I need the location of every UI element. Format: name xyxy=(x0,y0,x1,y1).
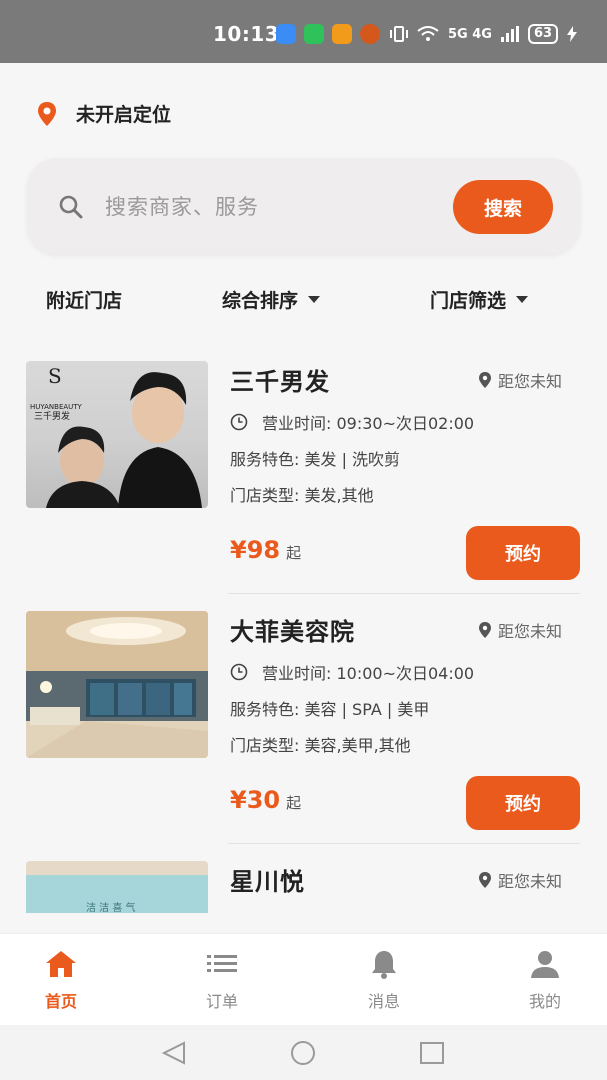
bottom-tab-bar: 首页 订单 消息 我的 xyxy=(0,933,607,1025)
wechat-icon xyxy=(304,24,324,44)
location-pin-icon xyxy=(38,101,56,126)
search-bar: 搜索商家、服务 搜索 xyxy=(27,158,580,254)
store-card[interactable]: 大菲美容院 距您未知 营业时间: 10:00~次日04:00 服务特色: 美容 … xyxy=(0,590,607,844)
price: ¥98 起 xyxy=(230,536,301,564)
home-circle-icon[interactable] xyxy=(288,1041,318,1065)
store-thumbnail xyxy=(26,611,208,758)
store-photo: 洁 洁 喜 气 xyxy=(26,861,208,913)
price-suffix: 起 xyxy=(286,544,302,562)
caret-down-icon xyxy=(308,296,321,303)
price: ¥30 起 xyxy=(230,786,301,814)
system-navigation-bar xyxy=(0,1025,607,1080)
store-list: S HUYANBEAUTY 三千男发 三千男发 距您未知 营业时间: 09:30… xyxy=(0,340,607,913)
location-pin-icon xyxy=(479,372,491,388)
tab-messages[interactable]: 消息 xyxy=(308,934,460,1026)
distance-label: 距您未知 xyxy=(498,372,563,391)
clock-icon xyxy=(230,413,248,431)
vibrate-icon xyxy=(390,26,408,42)
store-thumbnail: S HUYANBEAUTY 三千男发 xyxy=(26,361,208,508)
clock-icon xyxy=(230,663,248,681)
tab-home[interactable]: 首页 xyxy=(0,934,137,1026)
tab-mine[interactable]: 我的 xyxy=(469,934,607,1026)
battery-indicator: 63 xyxy=(527,24,559,44)
caret-down-icon xyxy=(516,296,529,303)
distance: 距您未知 xyxy=(478,618,562,642)
thumb-brand-text: HUYANBEAUTY xyxy=(30,403,83,411)
status-bar: 10:13 5G 4G 63 xyxy=(0,0,607,63)
sort-dropdown[interactable]: 综合排序 xyxy=(222,286,321,313)
store-card[interactable]: 洁 洁 喜 气 星川悦 距您未知 xyxy=(0,840,607,913)
signal-icon xyxy=(500,26,519,42)
price-amount: ¥30 xyxy=(230,786,281,814)
tab-orders[interactable]: 订单 xyxy=(146,934,298,1026)
hours-label: 营业时间: 09:30~次日02:00 xyxy=(262,414,475,433)
hours-label: 营业时间: 10:00~次日04:00 xyxy=(262,664,475,683)
location-pin-icon xyxy=(479,622,491,638)
thumb-store-text: 洁 洁 喜 气 xyxy=(86,901,136,913)
store-name: 三千男发 xyxy=(230,368,330,396)
service-features: 服务特色: 美发 | 洗吹剪 xyxy=(230,450,401,469)
service-features: 服务特色: 美容 | SPA | 美甲 xyxy=(230,700,430,719)
book-button[interactable]: 预约 xyxy=(466,526,580,580)
nearby-stores-tab[interactable]: 附近门店 xyxy=(46,286,122,313)
distance-label: 距您未知 xyxy=(498,622,563,641)
location-selector[interactable]: 未开启定位 xyxy=(36,100,171,127)
distance: 距您未知 xyxy=(478,868,562,892)
store-thumbnail: 洁 洁 喜 气 xyxy=(26,861,208,913)
wifi-icon xyxy=(417,26,439,41)
store-card[interactable]: S HUYANBEAUTY 三千男发 三千男发 距您未知 营业时间: 09:30… xyxy=(0,340,607,594)
beauty-salon-photo xyxy=(26,611,208,758)
nearby-stores-label: 附近门店 xyxy=(46,290,123,312)
sort-label: 综合排序 xyxy=(222,290,299,312)
charging-icon xyxy=(567,26,578,42)
filter-bar: 附近门店 综合排序 门店筛选 xyxy=(0,280,607,320)
app-notification-icon xyxy=(360,24,380,44)
recents-icon[interactable] xyxy=(419,1041,445,1065)
location-pin-icon xyxy=(479,872,491,888)
home-icon xyxy=(46,951,76,977)
store-type: 门店类型: 美容,美甲,其他 xyxy=(230,736,411,755)
notification-icons xyxy=(276,24,380,44)
bell-icon xyxy=(372,951,396,979)
app-notification-icon xyxy=(332,24,352,44)
tab-orders-label: 订单 xyxy=(205,992,238,1011)
distance-label: 距您未知 xyxy=(498,872,563,891)
price-suffix: 起 xyxy=(286,794,302,812)
system-indicators: 5G 4G 63 xyxy=(390,24,578,44)
store-name: 大菲美容院 xyxy=(230,618,355,646)
location-label: 未开启定位 xyxy=(76,104,172,126)
svg-text:S: S xyxy=(48,364,62,388)
store-filter-dropdown[interactable]: 门店筛选 xyxy=(430,286,529,313)
back-icon[interactable] xyxy=(160,1041,188,1065)
store-name: 星川悦 xyxy=(230,868,305,896)
search-input[interactable]: 搜索商家、服务 xyxy=(105,191,259,221)
store-type: 门店类型: 美发,其他 xyxy=(230,486,374,505)
thumb-store-text: 三千男发 xyxy=(34,410,70,422)
hair-salon-photo: S HUYANBEAUTY 三千男发 xyxy=(30,364,202,508)
network-type: 5G 4G xyxy=(448,26,492,42)
list-icon xyxy=(207,955,237,972)
business-hours: 营业时间: 09:30~次日02:00 xyxy=(230,410,474,434)
user-icon xyxy=(531,951,559,978)
app-notification-icon xyxy=(276,24,296,44)
business-hours: 营业时间: 10:00~次日04:00 xyxy=(230,660,474,684)
search-icon xyxy=(59,195,83,219)
status-time: 10:13 xyxy=(213,22,280,46)
price-amount: ¥98 xyxy=(230,536,281,564)
search-button[interactable]: 搜索 xyxy=(453,180,553,234)
tab-home-label: 首页 xyxy=(44,992,77,1011)
book-button[interactable]: 预约 xyxy=(466,776,580,830)
store-filter-label: 门店筛选 xyxy=(430,290,507,312)
distance: 距您未知 xyxy=(478,368,562,392)
tab-messages-label: 消息 xyxy=(367,992,400,1011)
tab-mine-label: 我的 xyxy=(528,992,561,1011)
